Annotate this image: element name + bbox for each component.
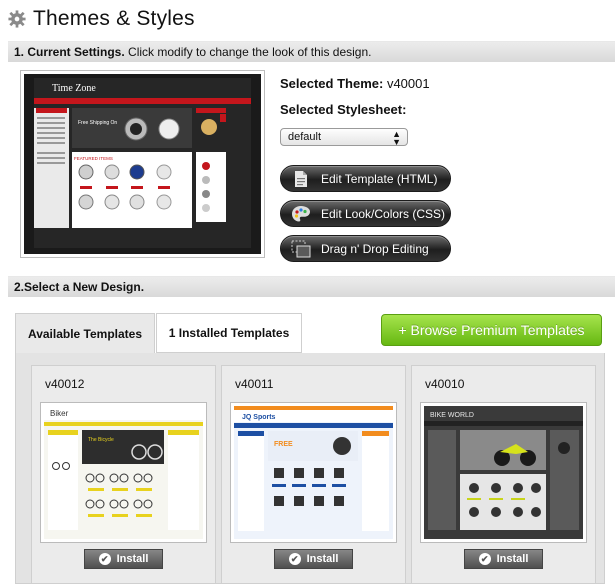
template-card: v40011 JQ Sports FREE ✔ Install — [221, 365, 406, 584]
template-preview: Biker The Bicycle — [44, 406, 203, 539]
moto-store-preview-graphic: BIKE WORLD — [424, 406, 583, 539]
new-design-heading: 2.Select a New Design. — [14, 280, 145, 294]
gear-icon — [8, 10, 26, 28]
tab-installed-templates[interactable]: 1 Installed Templates — [156, 313, 302, 353]
install-label: Install — [306, 553, 339, 565]
palette-icon — [291, 204, 311, 224]
template-card: v40012 Biker The Bicycle ✔ Install — [31, 365, 216, 584]
theme-settings: Selected Theme: v40001 Selected Styleshe… — [280, 74, 460, 147]
edit-look-colors-button[interactable]: Edit Look/Colors (CSS) — [280, 200, 451, 227]
template-thumbnail[interactable]: JQ Sports FREE — [230, 402, 397, 543]
install-label: Install — [116, 553, 149, 565]
install-button[interactable]: ✔ Install — [84, 549, 163, 569]
template-logo: Biker — [50, 409, 69, 418]
check-icon: ✔ — [288, 553, 301, 565]
new-design-bar: 2.Select a New Design. — [8, 276, 615, 297]
template-thumbnail[interactable]: Biker The Bicycle — [40, 402, 207, 543]
current-theme-thumbnail: Time Zone Free Shipping On FEATURED ITEM… — [24, 74, 261, 254]
stylesheet-select-value: default — [288, 131, 322, 143]
install-button[interactable]: ✔ Install — [274, 549, 353, 569]
drag-drop-editing-button[interactable]: Drag n' Drop Editing — [280, 235, 451, 262]
bike-store-preview-graphic: Biker The Bicycle — [44, 406, 203, 539]
selected-theme-label: Selected Theme: — [280, 76, 384, 91]
drag-drop-editing-label: Drag n' Drop Editing — [321, 241, 429, 256]
svg-text:Free Shipping On: Free Shipping On — [78, 120, 117, 126]
preview-store-name: Time Zone — [52, 83, 96, 94]
document-icon — [291, 169, 311, 189]
current-settings-bar: 1. Current Settings. Click modify to cha… — [8, 41, 615, 62]
selected-theme-row: Selected Theme: v40001 — [280, 74, 460, 96]
template-name: v40012 — [45, 377, 85, 391]
tab-available-label: Available Templates — [27, 326, 143, 341]
svg-text:The Bicycle: The Bicycle — [88, 437, 114, 443]
template-thumbnail[interactable]: BIKE WORLD — [420, 402, 587, 543]
current-settings-hint: Click modify to change the look of this … — [124, 45, 372, 59]
template-logo: JQ Sports — [242, 414, 276, 421]
template-preview: JQ Sports FREE — [234, 406, 393, 539]
template-card: v40010 BIKE WORLD ✔ Install — [411, 365, 596, 584]
browse-premium-templates-button[interactable]: + Browse Premium Templates — [381, 314, 602, 346]
drag-drop-icon — [291, 239, 311, 259]
install-label: Install — [496, 553, 529, 565]
page-title: Themes & Styles — [33, 7, 195, 30]
selected-theme-value: v40001 — [386, 76, 430, 91]
svg-text:FEATURED ITEMS: FEATURED ITEMS — [74, 156, 113, 161]
check-icon: ✔ — [98, 553, 111, 565]
select-arrows-icon: ▲ ▼ — [392, 129, 401, 147]
tab-installed-label: 1 Installed Templates — [168, 326, 290, 340]
check-icon: ✔ — [478, 553, 491, 565]
edit-template-html-button[interactable]: Edit Template (HTML) — [280, 165, 451, 192]
svg-text:FREE: FREE — [274, 441, 293, 448]
store-preview-graphic: Time Zone Free Shipping On FEATURED ITEM… — [24, 74, 261, 254]
template-preview: BIKE WORLD — [424, 406, 583, 539]
sports-store-preview-graphic: JQ Sports FREE — [234, 406, 393, 539]
browse-premium-label: + Browse Premium Templates — [398, 322, 585, 338]
selected-stylesheet-label: Selected Stylesheet: — [280, 102, 407, 117]
current-settings-heading: 1. Current Settings. — [14, 45, 125, 59]
install-button[interactable]: ✔ Install — [464, 549, 543, 569]
template-name: v40010 — [425, 377, 465, 391]
template-name: v40011 — [235, 377, 274, 391]
template-logo: BIKE WORLD — [430, 412, 474, 419]
edit-look-colors-label: Edit Look/Colors (CSS) — [321, 206, 446, 221]
page-header: Themes & Styles — [8, 4, 195, 34]
stylesheet-select[interactable]: default ▲ ▼ — [280, 128, 408, 147]
tab-available-templates[interactable]: Available Templates — [15, 313, 155, 353]
current-theme-preview[interactable]: Time Zone Free Shipping On FEATURED ITEM… — [20, 70, 265, 258]
edit-template-html-label: Edit Template (HTML) — [321, 171, 438, 186]
